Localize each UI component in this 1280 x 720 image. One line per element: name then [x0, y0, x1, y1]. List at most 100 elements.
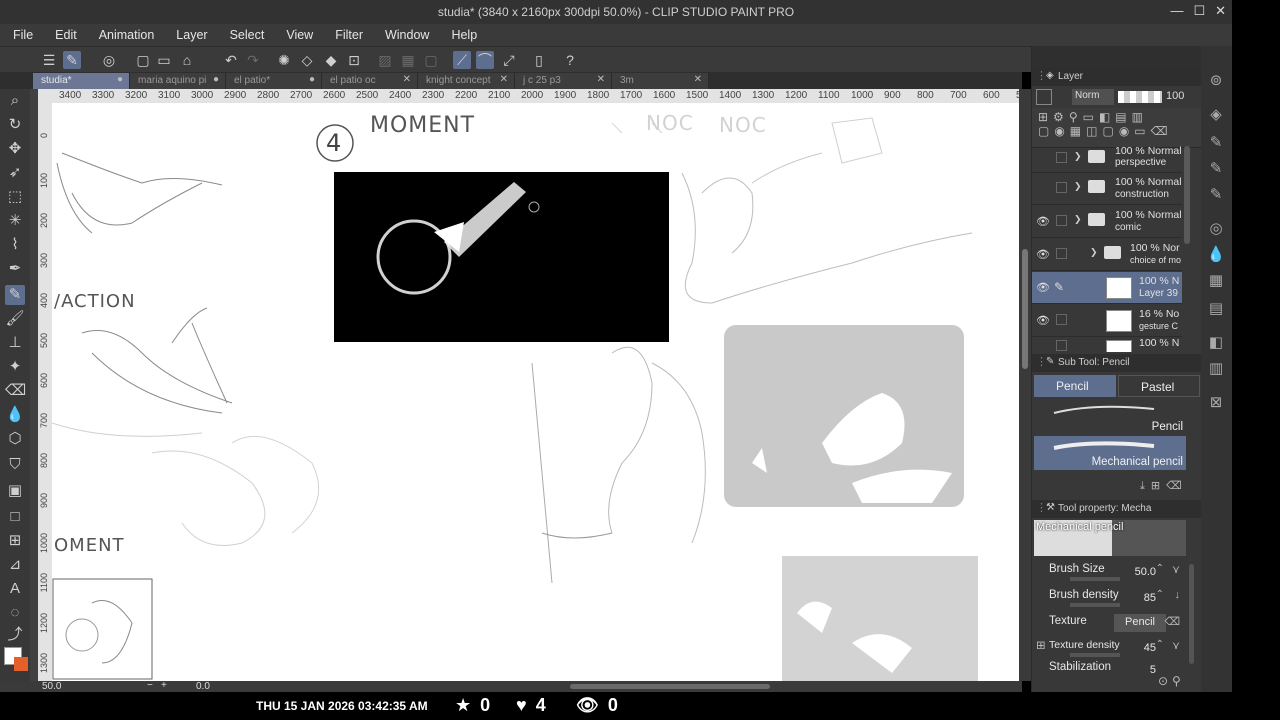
save-icon[interactable]: ⌂	[178, 51, 196, 69]
layer-panel-icon[interactable]: ◈	[1205, 104, 1227, 126]
tab-3m[interactable]: 3m ✕	[612, 73, 709, 89]
zoom-value[interactable]: 50.0	[42, 681, 61, 692]
tab-maria-aquino[interactable]: maria aquino pi ●	[130, 73, 226, 89]
pen-mode-icon[interactable]: ✎	[63, 51, 81, 69]
chevron-down-icon[interactable]: ❯	[1090, 247, 1098, 258]
brush-icon[interactable]: 🖌	[5, 309, 25, 329]
panel-icon[interactable]: ▥	[1205, 358, 1227, 380]
snap-ruler-icon[interactable]: ⟋	[453, 51, 471, 69]
prop-texture[interactable]: Texture Pencil ⌫	[1032, 612, 1192, 636]
menu-select[interactable]: Select	[219, 28, 276, 42]
snap-grid-icon[interactable]: ⤢	[500, 51, 518, 69]
layer-lock-box[interactable]	[1056, 248, 1067, 259]
layer-item-gesture[interactable]: 👁 16 % No gesture C	[1032, 305, 1182, 337]
layer-item-comic[interactable]: 👁 ❯ 100 % Normal comic	[1032, 206, 1182, 238]
clear-icon[interactable]: ◇	[298, 51, 316, 69]
undo-icon[interactable]: ↶	[222, 51, 240, 69]
tab-close-icon[interactable]: ✕	[597, 74, 605, 85]
subtool-actions[interactable]: ⤓⊞⌫	[1140, 479, 1188, 493]
menu-edit[interactable]: Edit	[44, 28, 88, 42]
correct-line-icon[interactable]: ⤴	[5, 625, 25, 645]
layer-item-partial[interactable]: 100 % N	[1032, 338, 1182, 352]
slider-bar[interactable]	[1070, 653, 1120, 657]
paint-bucket-icon[interactable]: ⛉	[5, 455, 25, 475]
airbrush-icon[interactable]: ⊥	[5, 333, 25, 353]
subtool-pen3-icon[interactable]: ✎	[1205, 184, 1227, 206]
maximize-button[interactable]: ☐	[1193, 3, 1205, 19]
open-file-icon[interactable]: ▭	[155, 51, 173, 69]
canvas-vertical-scrollbar[interactable]	[1019, 89, 1031, 681]
prop-value[interactable]: 5	[1150, 664, 1156, 674]
tab-modified-dot[interactable]: ●	[117, 74, 123, 85]
brush-item-mechanical-pencil[interactable]: Mechanical pencil	[1034, 436, 1186, 470]
property-footer-icons[interactable]: ⊙⚲	[1158, 674, 1185, 688]
prop-texture-density[interactable]: ⊞ Texture density 45 ⌃ ⋎	[1032, 636, 1192, 660]
tab-close-icon[interactable]: ✕	[694, 74, 702, 85]
prop-stabilization[interactable]: Stabilization 5	[1032, 660, 1192, 674]
chevron-right-icon[interactable]: ❯	[1074, 181, 1082, 192]
layer-lock-box[interactable]	[1056, 314, 1067, 325]
loading-icon[interactable]: ✺	[275, 51, 293, 69]
tab-close-icon[interactable]: ✕	[403, 74, 411, 85]
color-drop-icon[interactable]: 💧	[1205, 244, 1227, 266]
pen-icon[interactable]: ✒	[5, 259, 25, 279]
sub-color-chip[interactable]	[14, 657, 28, 671]
canvas[interactable]: MOMENT 4 /ACTION OMENT NOC NOC	[52, 103, 1019, 681]
transform-icon[interactable]: ⊡	[345, 51, 363, 69]
layer-item-layer-39[interactable]: 👁 ✎ 100 % N Layer 39	[1032, 272, 1182, 304]
spinner-icon[interactable]: ⌃	[1156, 639, 1164, 650]
deselect-icon[interactable]: ▨	[376, 51, 394, 69]
expand-plus-icon[interactable]: ⊞	[1036, 638, 1046, 652]
menu-window[interactable]: Window	[374, 28, 440, 42]
scrollbar-thumb[interactable]	[1022, 249, 1028, 369]
layer-item-choice-of-moment[interactable]: 👁 ❯ 100 % Nor choice of mo	[1032, 239, 1182, 271]
chevron-right-icon[interactable]: ❯	[1074, 151, 1082, 162]
eye-icon[interactable]: 👁	[1036, 281, 1050, 294]
device-icon[interactable]: ▯	[530, 51, 548, 69]
color-set-icon[interactable]: ▦	[1205, 270, 1227, 292]
prop-value[interactable]: 50.0	[1135, 566, 1156, 578]
eye-icon[interactable]: 👁	[1036, 248, 1050, 261]
magic-wand-icon[interactable]: ✳	[5, 211, 25, 231]
brush-item-pencil[interactable]: Pencil	[1034, 401, 1186, 435]
stack-icon[interactable]: ◧	[1205, 332, 1227, 354]
swirl-icon[interactable]: ◎	[100, 51, 118, 69]
zoom-in-button[interactable]: +	[161, 680, 167, 691]
spinner-icon[interactable]: ⌃	[1156, 589, 1164, 600]
hamburger-menu-icon[interactable]: ☰	[40, 51, 58, 69]
menu-file[interactable]: File	[0, 28, 44, 42]
fill-bucket-icon[interactable]: ⬡	[5, 429, 25, 449]
tab-modified-dot[interactable]: ●	[213, 74, 219, 85]
selection-icon[interactable]: ⬚	[5, 187, 25, 207]
menu-animation[interactable]: Animation	[88, 28, 166, 42]
eraser-icon[interactable]: ⌫	[5, 381, 26, 401]
zoom-out-button[interactable]: −	[147, 680, 153, 691]
figure-icon[interactable]: □	[5, 507, 25, 527]
layer-color-icon[interactable]	[1036, 89, 1052, 105]
subtool-pen-icon[interactable]: ✎	[1205, 132, 1227, 154]
layer-lock-box[interactable]	[1056, 182, 1067, 193]
redo-icon[interactable]: ↷	[244, 51, 262, 69]
tab-close-icon[interactable]: ✕	[500, 74, 508, 85]
close-panel-icon[interactable]: ⊠	[1205, 392, 1227, 414]
tab-knight-concept[interactable]: knight concept ✕	[418, 73, 515, 89]
menu-filter[interactable]: Filter	[324, 28, 374, 42]
tab-el-patio-oc[interactable]: el patio oc ✕	[322, 73, 418, 89]
chevron-down-icon[interactable]: ❯	[1074, 214, 1082, 225]
menu-layer[interactable]: Layer	[165, 28, 218, 42]
slider-bar[interactable]	[1070, 577, 1120, 581]
rotate-icon[interactable]: ↻	[5, 115, 25, 135]
text-icon[interactable]: A	[5, 579, 25, 599]
dropdown-icon[interactable]: ⋎	[1172, 563, 1180, 576]
eye-icon[interactable]: 👁	[1036, 215, 1050, 228]
invert-icon[interactable]: ▢	[422, 51, 440, 69]
subtool-tab-pencil[interactable]: Pencil	[1034, 375, 1116, 397]
opacity-slider[interactable]	[1118, 91, 1162, 103]
navigator-icon[interactable]: ⊚	[1205, 70, 1227, 92]
prop-brush-density[interactable]: Brush density 85 ⌃ ↓	[1032, 586, 1192, 610]
menu-view[interactable]: View	[275, 28, 324, 42]
canvas-horizontal-scrollbar[interactable]	[570, 684, 770, 689]
texture-select[interactable]: Pencil	[1114, 614, 1166, 632]
new-file-icon[interactable]: ▢	[134, 51, 152, 69]
pencil-icon[interactable]: ✎	[5, 285, 25, 305]
